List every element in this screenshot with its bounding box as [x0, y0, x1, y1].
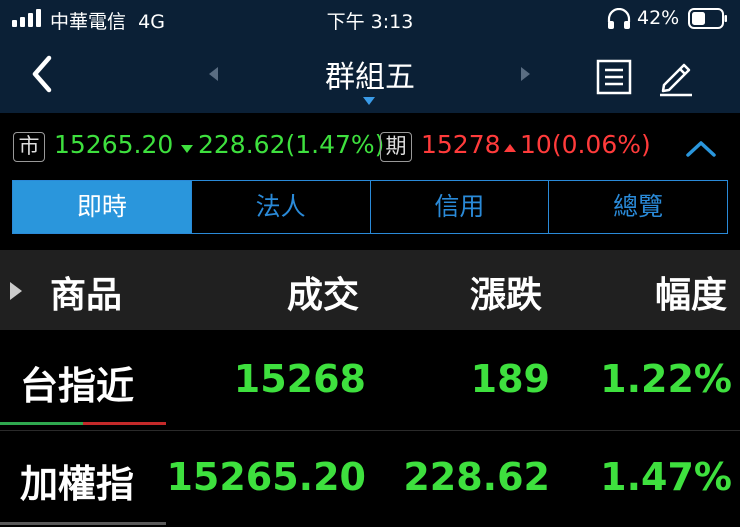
row-percent: 1.22% [600, 357, 732, 401]
chevron-up-icon[interactable] [684, 137, 718, 159]
battery-percent: 42% [637, 7, 680, 29]
spot-price: 15265.20 [54, 130, 174, 159]
index-quote-bar: 市 15265.20 228.62(1.47%) 期 15278 10(0.06… [0, 113, 740, 183]
header-percent[interactable]: 幅度 [655, 266, 727, 318]
spot-change: 228.62(1.47%) [198, 130, 385, 159]
header-change[interactable]: 漲跌 [470, 266, 542, 318]
app-header: 中華電信 4G 下午 3:13 42% 群組五 [0, 0, 740, 113]
row-percent: 1.47% [600, 455, 732, 499]
table-header: 商品 成交 漲跌 幅度 [0, 250, 740, 330]
view-tabs: 即時 法人 信用 總覽 [12, 180, 728, 234]
table-row[interactable]: 台指近 15268 189 1.22% [0, 333, 740, 429]
pencil-icon[interactable] [656, 55, 696, 97]
battery-icon [688, 8, 727, 29]
bid-ask-bar [0, 522, 166, 525]
headphone-icon [607, 8, 631, 29]
row-price: 15268 [233, 357, 366, 401]
tab-realtime[interactable]: 即時 [13, 181, 191, 233]
tab-institutional[interactable]: 法人 [190, 181, 370, 233]
row-product-name: 加權指 [20, 462, 135, 506]
row-change: 228.62 [403, 455, 550, 499]
tab-margin[interactable]: 信用 [369, 181, 549, 233]
header-price[interactable]: 成交 [287, 266, 359, 318]
futures-tag: 期 [380, 132, 412, 162]
spot-tag: 市 [13, 132, 45, 162]
tab-overview[interactable]: 總覽 [548, 181, 727, 233]
table-row[interactable]: 加權指 15265.20 228.62 1.47% [0, 431, 740, 527]
expand-triangle-icon[interactable] [8, 280, 24, 302]
up-triangle-icon [504, 144, 516, 152]
futures-price: 15278 [421, 130, 501, 159]
status-bar: 中華電信 4G 下午 3:13 42% [0, 0, 740, 40]
down-triangle-icon [181, 145, 193, 153]
row-change: 189 [470, 357, 550, 401]
list-icon[interactable] [594, 57, 634, 97]
nav-bar: 群組五 [0, 40, 740, 113]
row-price: 15265.20 [166, 455, 366, 499]
header-product[interactable]: 商品 [50, 266, 122, 318]
row-product-name: 台指近 [20, 364, 135, 408]
futures-change: 10(0.06%) [520, 130, 651, 159]
next-group-button[interactable] [519, 65, 533, 83]
bid-ask-bar [0, 422, 166, 425]
caret-down-icon[interactable] [362, 96, 376, 106]
